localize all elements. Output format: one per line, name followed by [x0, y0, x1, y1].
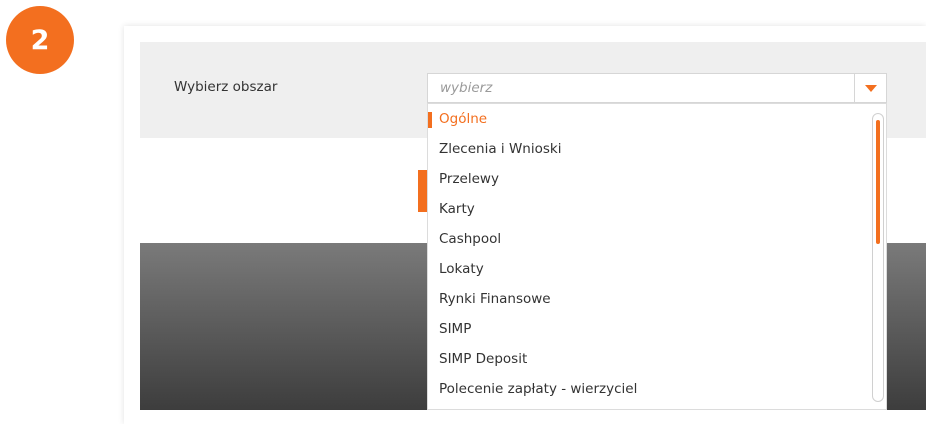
step-number-badge: 2 — [6, 6, 74, 74]
dropdown-toggle-button[interactable] — [854, 74, 886, 102]
dropdown-option-lokaty[interactable]: Lokaty — [428, 254, 886, 284]
dropdown-option-karty[interactable]: Karty — [428, 194, 886, 224]
area-select[interactable]: wybierz — [427, 73, 887, 103]
area-label: Wybierz obszar — [174, 79, 278, 95]
dropdown-option-polecenie-zaplaty[interactable]: Polecenie zapłaty - wierzyciel — [428, 374, 886, 404]
dropdown-list: Ogólne Zlecenia i Wnioski Przelewy Karty… — [427, 103, 887, 410]
dropdown-option-simp[interactable]: SIMP — [428, 314, 886, 344]
dropdown-option-przelewy[interactable]: Przelewy — [428, 164, 886, 194]
area-select-placeholder: wybierz — [440, 80, 493, 96]
dropdown-option-cashpool[interactable]: Cashpool — [428, 224, 886, 254]
step-number: 2 — [30, 24, 50, 56]
dropdown-option-rynki-finansowe[interactable]: Rynki Finansowe — [428, 284, 886, 314]
chevron-down-icon — [864, 84, 877, 92]
dropdown-option-simp-deposit[interactable]: SIMP Deposit — [428, 344, 886, 374]
dropdown-scrollbar-thumb[interactable] — [876, 120, 880, 244]
dropdown-option-ogolne[interactable]: Ogólne — [428, 104, 886, 134]
dropdown-scrollbar[interactable] — [872, 113, 884, 402]
dropdown-option-zlecenia[interactable]: Zlecenia i Wnioski — [428, 134, 886, 164]
